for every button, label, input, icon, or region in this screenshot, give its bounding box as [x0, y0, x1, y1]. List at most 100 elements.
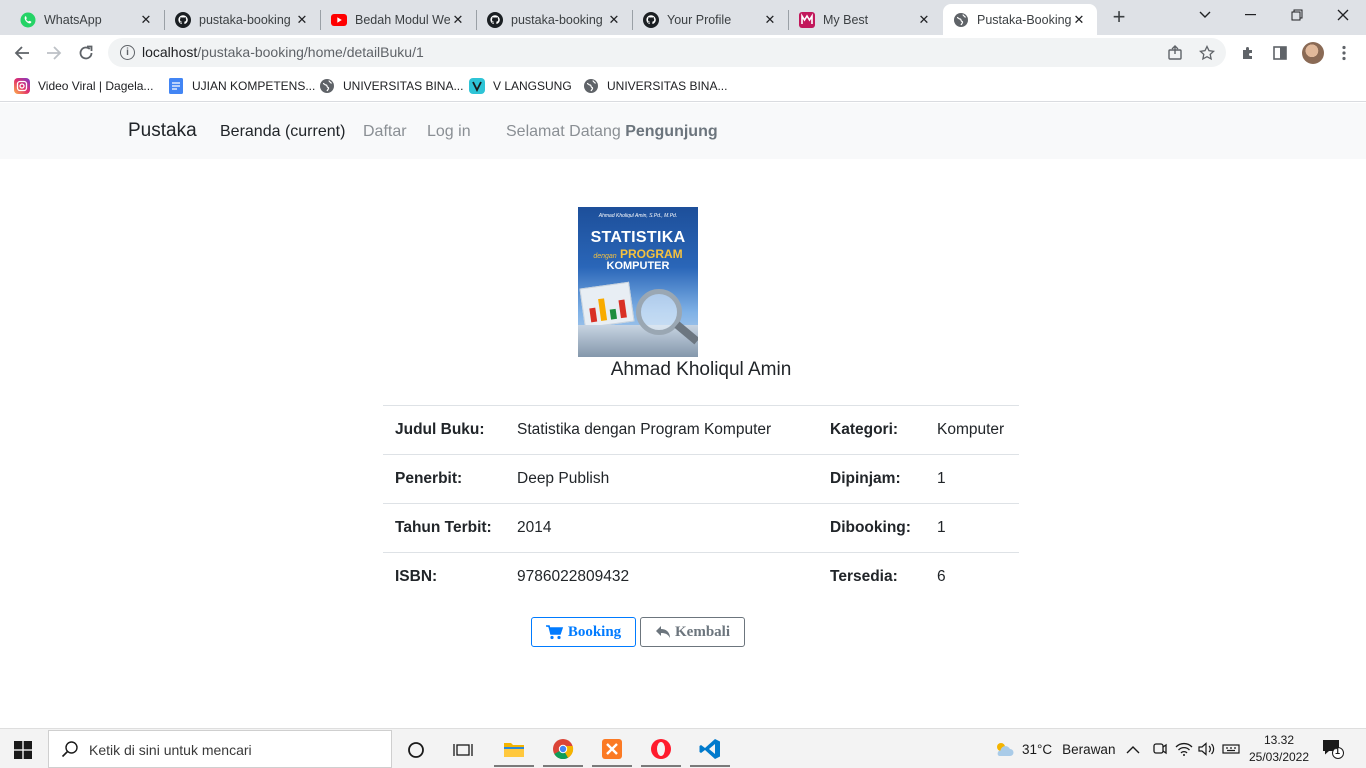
bookmark-label: UJIAN KOMPETENS...: [192, 79, 316, 93]
address-bar[interactable]: i localhost/pustaka-booking/home/detailB…: [108, 38, 1226, 67]
minimize-button[interactable]: [1228, 0, 1274, 30]
taskbar-search-box[interactable]: Ketik di sini untuk mencari: [48, 730, 392, 768]
restore-button[interactable]: [1274, 0, 1320, 30]
tab-bedah-modul-youtube[interactable]: Bedah Modul We ✕: [321, 4, 476, 35]
bookmark-item[interactable]: UJIAN KOMPETENS...: [168, 77, 315, 95]
weather-text: Berawan: [1062, 741, 1116, 757]
tab-my-best[interactable]: My Best ✕: [789, 4, 942, 35]
m-logo-icon: [799, 11, 815, 28]
bookmark-item[interactable]: V LANGSUNG: [469, 77, 572, 95]
book-cover-image: Ahmad Kholiqul Amin, S.Pd., M.Pd. STATIS…: [578, 207, 698, 357]
input-method-icon[interactable]: [1222, 729, 1240, 768]
book-detail-table: Judul Buku: Statistika dengan Program Ko…: [383, 405, 1019, 602]
cover-title-program: PROGRAM: [620, 247, 683, 261]
bookmark-label: Video Viral | Dagela...: [38, 79, 154, 93]
show-hidden-icons-chevron-icon[interactable]: [1126, 729, 1140, 768]
shopping-cart-icon: [545, 624, 564, 640]
navbar-brand[interactable]: Pustaka: [128, 120, 197, 142]
cover-author: Ahmad Kholiqul Amin, S.Pd., M.Pd.: [598, 213, 678, 219]
close-icon[interactable]: ✕: [450, 12, 466, 28]
tab-pustaka-booking-github[interactable]: pustaka-booking ✕: [165, 4, 320, 35]
side-panel-icon[interactable]: [1270, 43, 1290, 63]
instagram-icon: [14, 78, 30, 94]
file-explorer-icon[interactable]: [494, 733, 534, 767]
whatsapp-icon: [20, 12, 36, 28]
value-tersedia: 6: [925, 552, 1019, 602]
bookmark-item[interactable]: UNIVERSITAS BINA...: [583, 77, 727, 95]
bookmark-item[interactable]: UNIVERSITAS BINA...: [319, 77, 463, 95]
label-dipinjam: Dipinjam:: [818, 454, 925, 504]
search-placeholder: Ketik di sini untuk mencari: [89, 742, 252, 758]
back-kembali-button[interactable]: Kembali: [640, 617, 745, 647]
notification-count: 1: [1335, 746, 1341, 756]
wifi-icon[interactable]: [1175, 729, 1193, 768]
opera-icon[interactable]: [641, 733, 681, 767]
tab-title: pustaka-booking: [199, 12, 291, 27]
xampp-icon[interactable]: [592, 733, 632, 767]
notification-center-icon[interactable]: 1: [1322, 739, 1344, 759]
value-kategori: Komputer: [925, 405, 1019, 455]
profile-avatar[interactable]: [1302, 42, 1324, 64]
clock-time: 13.32: [1263, 733, 1295, 747]
weather-temp: 31°C: [1022, 741, 1053, 757]
windows-taskbar: Ketik di sini untuk mencari 31°C Berawan: [0, 728, 1366, 768]
booking-label: Booking: [567, 623, 622, 640]
nav-link-daftar[interactable]: Daftar: [363, 123, 407, 141]
table-row: Penerbit: Deep Publish Dipinjam: 1: [383, 454, 1019, 504]
book-author: Ahmad Kholiqul Amin: [610, 359, 792, 380]
reply-arrow-icon: [655, 625, 671, 639]
windows-start-icon[interactable]: [14, 741, 32, 759]
nav-link-login[interactable]: Log in: [427, 123, 471, 141]
clock-date: 25/03/2022: [1248, 750, 1310, 764]
label-kategori: Kategori:: [818, 405, 925, 455]
value-tahun-terbit: 2014: [505, 503, 818, 553]
tab-your-profile[interactable]: Your Profile ✕: [633, 4, 788, 35]
close-icon[interactable]: ✕: [606, 12, 622, 28]
bookmark-label: UNIVERSITAS BINA...: [607, 79, 728, 93]
welcome-prefix: Selamat Datang: [506, 123, 621, 140]
share-icon[interactable]: [1166, 44, 1184, 62]
forward-button[interactable]: [40, 39, 68, 67]
back-button[interactable]: [8, 39, 36, 67]
bookmarks-bar: Video Viral | Dagela... UJIAN KOMPETENS.…: [0, 71, 1366, 102]
url-path: /pustaka-booking/home/detailBuku/1: [197, 44, 424, 60]
cover-title-line3: KOMPUTER: [606, 260, 670, 272]
close-icon[interactable]: ✕: [916, 12, 932, 28]
value-isbn: 9786022809432: [505, 552, 818, 602]
docs-icon: [168, 78, 184, 94]
github-icon: [175, 11, 191, 28]
new-tab-button[interactable]: +: [1108, 4, 1130, 29]
nav-link-beranda[interactable]: Beranda (current): [220, 123, 345, 141]
close-icon[interactable]: ✕: [762, 12, 778, 28]
chrome-icon[interactable]: [543, 733, 583, 767]
volume-icon[interactable]: [1198, 729, 1216, 768]
booking-button[interactable]: Booking: [531, 617, 636, 647]
bookmark-item[interactable]: Video Viral | Dagela...: [14, 77, 153, 95]
meet-now-icon[interactable]: [1152, 729, 1168, 768]
welcome-message: Selamat Datang Pengunjung: [506, 123, 718, 141]
tab-whatsapp[interactable]: WhatsApp ✕: [0, 4, 164, 35]
close-icon[interactable]: ✕: [1071, 12, 1087, 28]
reload-button[interactable]: [72, 39, 100, 67]
menu-kebab-icon[interactable]: [1334, 43, 1354, 63]
tab-pustaka-booking-active[interactable]: Pustaka-Booking ✕: [943, 4, 1097, 35]
tab-search-chevron-icon[interactable]: [1182, 0, 1228, 30]
label-dibooking: Dibooking:: [818, 503, 925, 553]
cover-title-line1: STATISTIKA: [590, 229, 686, 246]
close-icon[interactable]: ✕: [294, 12, 310, 28]
label-isbn: ISBN:: [383, 552, 505, 602]
vscode-icon[interactable]: [690, 733, 730, 767]
system-clock[interactable]: 13.32 25/03/2022: [1248, 732, 1310, 766]
cortana-icon[interactable]: [396, 733, 436, 767]
task-view-icon[interactable]: [443, 733, 483, 767]
close-icon[interactable]: ✕: [138, 12, 154, 28]
table-row: Judul Buku: Statistika dengan Program Ko…: [383, 405, 1019, 455]
bookmark-star-icon[interactable]: [1198, 44, 1216, 62]
close-window-button[interactable]: [1320, 0, 1366, 30]
extensions-icon[interactable]: [1238, 43, 1258, 63]
tab-pustaka-booking-github-2[interactable]: pustaka-booking ✕: [477, 4, 632, 35]
site-info-icon[interactable]: i: [120, 45, 135, 60]
globe-icon: [319, 78, 335, 94]
weather-widget[interactable]: 31°C Berawan: [994, 729, 1115, 768]
tab-title: WhatsApp: [44, 12, 102, 27]
